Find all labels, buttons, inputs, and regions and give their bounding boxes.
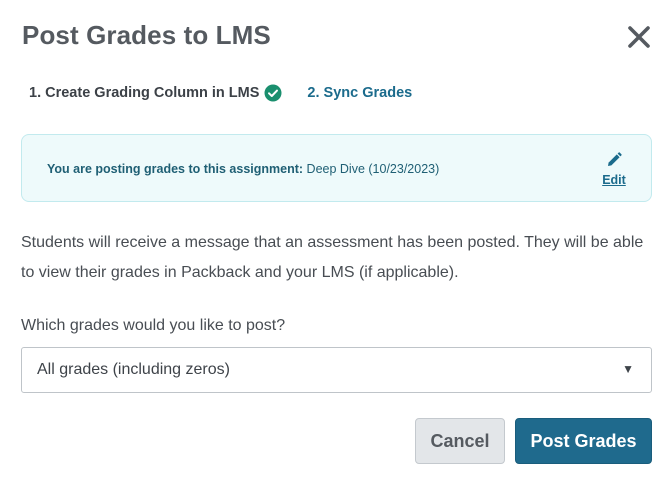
step-create-grading-column: 1. Create Grading Column in LMS [29, 84, 282, 102]
post-grades-button[interactable]: Post Grades [515, 418, 652, 464]
stepper: 1. Create Grading Column in LMS 2. Sync … [29, 84, 412, 102]
grades-select[interactable]: All grades (including zeros) ▼ [21, 347, 652, 393]
assignment-info-banner: You are posting grades to this assignmen… [21, 134, 652, 202]
step-sync-grades[interactable]: 2. Sync Grades [307, 85, 412, 101]
grades-question-label: Which grades would you like to post? [21, 317, 286, 334]
posting-description: Students will receive a message that an … [21, 234, 644, 281]
grades-select-value: All grades (including zeros) [37, 361, 230, 378]
chevron-down-icon: ▼ [622, 362, 634, 376]
assignment-info-text: You are posting grades to this assignmen… [47, 162, 439, 176]
close-button[interactable] [624, 22, 654, 52]
pencil-icon [605, 151, 623, 169]
assignment-info-prefix: You are posting grades to this assignmen… [47, 162, 304, 176]
step-label: 1. Create Grading Column in LMS [29, 85, 260, 101]
post-grades-dialog: Post Grades to LMS 1. Create Grading Col… [0, 0, 672, 478]
edit-label: Edit [602, 173, 626, 187]
close-icon [624, 22, 654, 52]
assignment-name: Deep Dive (10/23/2023) [306, 162, 440, 176]
edit-assignment-button[interactable]: Edit [601, 151, 627, 189]
check-circle-icon [264, 84, 282, 102]
dialog-title: Post Grades to LMS [22, 20, 271, 50]
cancel-button[interactable]: Cancel [415, 418, 505, 464]
